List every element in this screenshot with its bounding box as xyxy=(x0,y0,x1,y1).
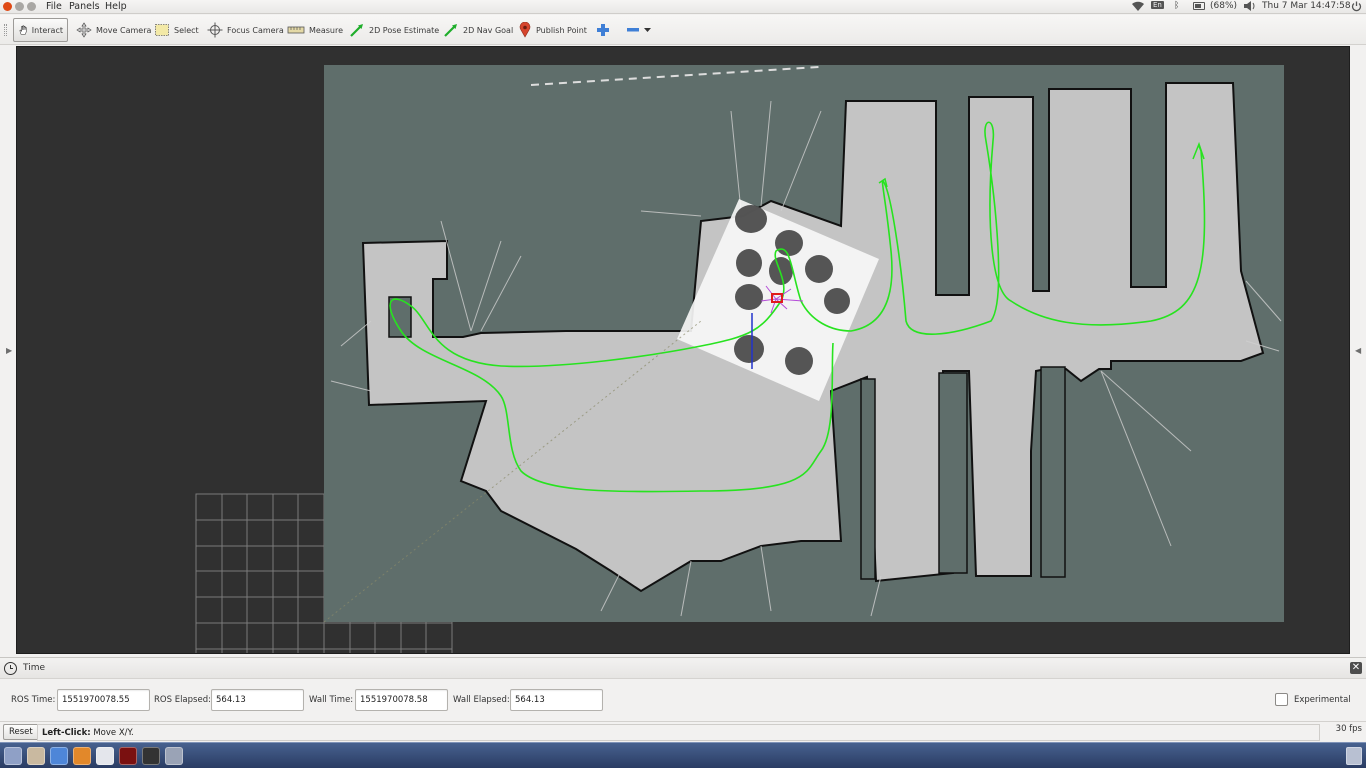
time-panel: ROS Time: 1551970078.55 ROS Elapsed: 564… xyxy=(0,680,1366,720)
measure-label: Measure xyxy=(309,25,343,35)
focus-camera-label: Focus Camera xyxy=(227,25,284,35)
map-pin-icon xyxy=(519,22,531,38)
close-window-icon[interactable] xyxy=(3,2,12,11)
ros-elapsed-label: ROS Elapsed: xyxy=(154,695,211,705)
bluetooth-icon[interactable]: ᛒ xyxy=(1174,1,1179,11)
focus-crosshair-icon xyxy=(207,22,223,38)
select-label: Select xyxy=(174,25,199,35)
nav-goal-label: 2D Nav Goal xyxy=(463,25,514,35)
status-hint-box: Left-Click: Move X/Y. xyxy=(37,724,1320,741)
move-camera-tool-button[interactable]: Move Camera xyxy=(72,18,155,42)
green-arrow-icon xyxy=(444,24,457,37)
nav-goal-tool-button[interactable]: 2D Nav Goal xyxy=(439,18,517,42)
pose-estimate-label: 2D Pose Estimate xyxy=(369,25,440,35)
interact-tool-button[interactable]: Interact xyxy=(13,18,68,42)
experimental-checkbox[interactable] xyxy=(1275,693,1288,706)
toolbar: Interact Move Camera Select Focus Camera… xyxy=(0,15,1366,45)
pose-estimate-tool-button[interactable]: 2D Pose Estimate xyxy=(345,18,443,42)
add-tool-button[interactable] xyxy=(592,18,614,42)
ros-elapsed-field[interactable]: 564.13 xyxy=(211,689,304,711)
menubar: File Panels Help En ᛒ (68%) Thu 7 Mar 14… xyxy=(0,0,1366,14)
browser-icon[interactable] xyxy=(50,747,68,765)
interact-label: Interact xyxy=(31,25,63,35)
toolbar-grip[interactable] xyxy=(4,24,7,36)
remove-tool-button[interactable] xyxy=(622,18,655,42)
power-icon[interactable] xyxy=(1351,1,1362,15)
render-viewport[interactable] xyxy=(16,46,1350,654)
map-scene xyxy=(195,65,1284,653)
terminal-icon[interactable] xyxy=(119,747,137,765)
close-panel-icon[interactable]: ✕ xyxy=(1350,662,1362,674)
taskbar xyxy=(0,742,1366,768)
plus-icon xyxy=(597,24,609,36)
rviz-icon[interactable] xyxy=(165,747,183,765)
right-panel-toggle-icon[interactable]: ◀ xyxy=(1355,346,1361,355)
wifi-icon[interactable] xyxy=(1131,1,1145,15)
focus-camera-tool-button[interactable]: Focus Camera xyxy=(203,18,288,42)
wall-time-label: Wall Time: xyxy=(309,695,354,705)
time-panel-header: Time ✕ xyxy=(0,657,1366,679)
keyboard-layout-indicator[interactable]: En xyxy=(1151,1,1164,9)
select-box-icon xyxy=(155,24,169,36)
wall-elapsed-field[interactable]: 564.13 xyxy=(510,689,603,711)
trash-icon[interactable] xyxy=(1346,747,1362,765)
ros-time-label: ROS Time: xyxy=(11,695,56,705)
publish-point-tool-button[interactable]: Publish Point xyxy=(514,18,591,42)
measure-tool-button[interactable]: Measure xyxy=(283,18,347,42)
minus-icon xyxy=(627,28,639,32)
statusbar: Reset Left-Click: Move X/Y. 30 fps xyxy=(0,721,1366,742)
status-hint-key: Left-Click: xyxy=(42,728,91,738)
ruler-icon xyxy=(287,26,305,34)
hand-icon xyxy=(19,25,27,35)
time-panel-title: Time xyxy=(23,663,46,673)
menu-help[interactable]: Help xyxy=(105,1,127,12)
green-arrow-icon xyxy=(350,24,363,37)
chevron-down-icon xyxy=(644,28,651,32)
file-manager-icon[interactable] xyxy=(27,747,45,765)
sublime-text-icon[interactable] xyxy=(73,747,91,765)
wall-elapsed-label: Wall Elapsed: xyxy=(453,695,510,705)
clock-icon xyxy=(4,662,17,675)
fps-indicator: 30 fps xyxy=(1335,724,1362,734)
maximize-window-icon[interactable] xyxy=(27,2,36,11)
left-panel-toggle-icon[interactable]: ▶ xyxy=(6,346,12,355)
show-desktop-icon[interactable] xyxy=(4,747,22,765)
battery-percentage: (68%) xyxy=(1210,1,1238,11)
status-hint-text: Move X/Y. xyxy=(90,728,134,738)
volume-icon[interactable] xyxy=(1243,1,1256,14)
battery-icon[interactable] xyxy=(1193,2,1205,10)
editor-icon[interactable] xyxy=(142,747,160,765)
clock[interactable]: Thu 7 Mar 14:47:58 xyxy=(1262,1,1351,11)
move-camera-label: Move Camera xyxy=(96,25,152,35)
move-camera-icon xyxy=(76,22,92,38)
publish-point-label: Publish Point xyxy=(536,25,587,35)
reset-button[interactable]: Reset xyxy=(3,724,39,740)
windows-icon[interactable] xyxy=(96,747,114,765)
experimental-label: Experimental xyxy=(1294,695,1351,705)
ros-time-field[interactable]: 1551970078.55 xyxy=(57,689,150,711)
select-tool-button[interactable]: Select xyxy=(150,18,203,42)
menu-file[interactable]: File xyxy=(46,1,62,12)
menu-panels[interactable]: Panels xyxy=(69,1,100,12)
minimize-window-icon[interactable] xyxy=(15,2,24,11)
wall-time-field[interactable]: 1551970078.58 xyxy=(355,689,448,711)
